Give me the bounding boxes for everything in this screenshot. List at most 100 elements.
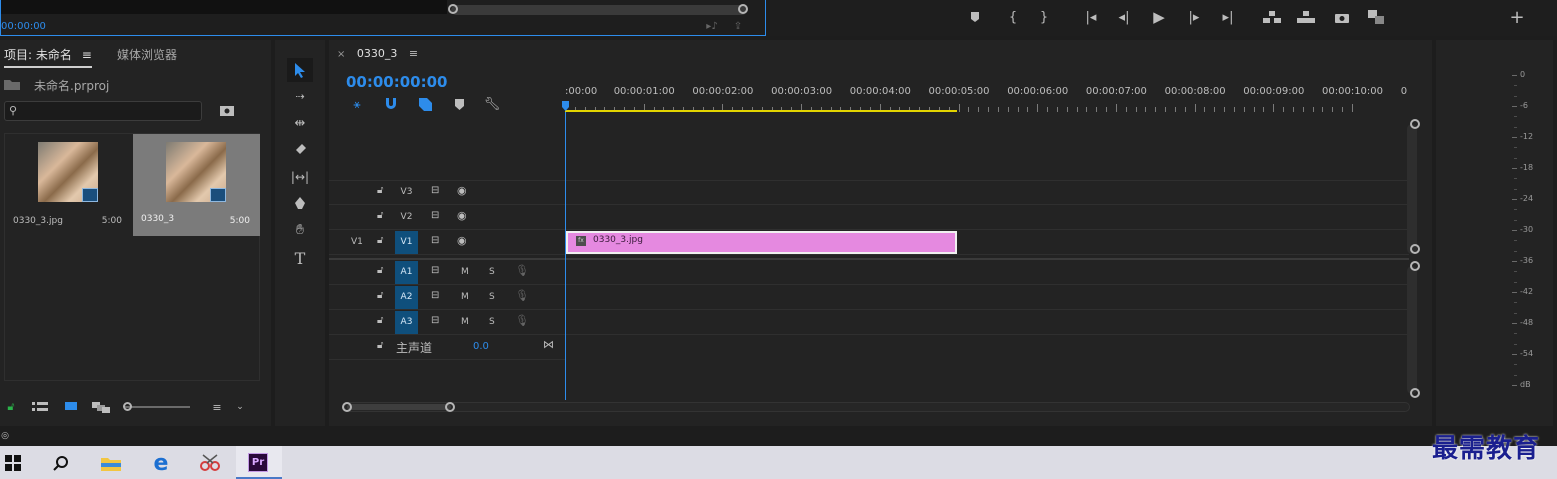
eye-icon[interactable]: ◉ (457, 234, 467, 247)
icon-view-icon[interactable] (64, 400, 78, 414)
solo-button[interactable]: S (489, 317, 495, 327)
edge-icon[interactable]: e (150, 451, 172, 476)
ripple-edit-tool-icon[interactable]: ⇹ (289, 113, 311, 133)
hscroll-handle-right[interactable] (445, 402, 455, 412)
go-to-out-icon[interactable]: ▸| (1217, 6, 1239, 28)
track-target[interactable]: A3 (395, 311, 418, 334)
track-target[interactable]: V2 (395, 206, 418, 229)
hscroll-handle-left[interactable] (342, 402, 352, 412)
extract-icon[interactable] (1295, 6, 1317, 28)
tab-project[interactable]: 项目: 未命名 ≡ (4, 46, 92, 68)
source-patch[interactable]: V1 (351, 237, 363, 247)
search-input[interactable] (23, 103, 199, 119)
export-frame-icon[interactable] (1331, 6, 1353, 28)
file-explorer-icon[interactable] (100, 452, 122, 474)
audio-sync-icon[interactable]: ▸♪ (705, 19, 719, 33)
video-track-header[interactable]: 🔓︎ V3 ⊟ ◉ (329, 180, 1409, 205)
compare-icon[interactable] (1365, 6, 1387, 28)
type-tool-icon[interactable]: T (289, 247, 311, 269)
windows-start-icon[interactable] (2, 452, 24, 474)
scroll-handle-audio-bottom[interactable] (1410, 388, 1420, 398)
export-icon[interactable]: ⇪ (731, 19, 745, 33)
new-bin-icon[interactable] (219, 103, 235, 117)
track-target[interactable]: A1 (395, 261, 418, 284)
microphone-icon[interactable]: 🎙︎ (515, 289, 529, 302)
microphone-icon[interactable]: 🎙︎ (515, 314, 529, 327)
scroll-handle-top[interactable] (1410, 119, 1420, 129)
freeform-view-icon[interactable] (92, 400, 110, 414)
solo-button[interactable]: S (489, 292, 495, 302)
wrench-icon[interactable]: 🔧︎ (484, 96, 501, 112)
go-to-in-icon[interactable]: |◂ (1080, 6, 1102, 28)
tab-media-browser[interactable]: 媒体浏览器 (117, 46, 177, 63)
mark-in-icon[interactable]: { (1002, 6, 1024, 28)
timeline-clip[interactable]: fx 0330_3.jpg (566, 231, 957, 254)
sync-lock-icon[interactable]: ⊟ (431, 290, 439, 301)
slip-tool-icon[interactable]: |↔| (289, 167, 311, 187)
scroll-handle-audio-top[interactable] (1410, 261, 1420, 271)
video-track-header[interactable]: 🔓︎ V2 ⊟ ◉ (329, 205, 1409, 230)
linked-selection-icon[interactable] (417, 96, 433, 112)
lock-icon[interactable]: 🔓︎ (377, 210, 383, 221)
sync-lock-icon[interactable]: ⊟ (431, 210, 439, 221)
eye-icon[interactable]: ◉ (457, 209, 467, 222)
lock-icon[interactable]: 🔓︎ (377, 315, 383, 326)
premiere-taskbar-button[interactable]: Pr (236, 446, 282, 479)
mute-button[interactable]: M (461, 292, 469, 302)
go-to-end-icon[interactable]: ⋈ (543, 338, 554, 351)
search-icon[interactable] (50, 452, 72, 474)
project-item-selected[interactable]: 0330_3 5:00 (133, 134, 260, 236)
zoom-slider[interactable] (124, 406, 190, 408)
tab-menu-icon[interactable]: ≡ (82, 48, 92, 62)
audio-track-header[interactable]: 🔓︎ A1 ⊟ M S 🎙︎ (329, 260, 1409, 285)
tab-menu-icon[interactable]: ≡ (409, 47, 418, 60)
lock-icon[interactable]: 🔓︎ (377, 265, 383, 276)
horizontal-scrollbar[interactable] (344, 402, 1410, 412)
lift-icon[interactable] (1261, 6, 1283, 28)
time-ruler[interactable]: :00:00 00:00:01:00 00:00:02:00 00:00:03:00 0… (565, 80, 1409, 112)
mute-button[interactable]: M (461, 317, 469, 327)
playhead-line[interactable] (565, 112, 566, 400)
project-item[interactable]: 0330_3.jpg 5:00 (5, 134, 132, 236)
add-button[interactable]: + (1506, 6, 1528, 28)
work-area-bar[interactable] (565, 110, 957, 112)
mark-out-icon[interactable]: } (1033, 6, 1055, 28)
nest-icon[interactable]: ⚹ (349, 96, 365, 112)
close-icon[interactable]: × (337, 49, 345, 60)
snap-icon[interactable] (383, 96, 399, 112)
scroll-handle-mid[interactable] (1410, 244, 1420, 254)
lock-icon[interactable]: 🔓︎ (377, 185, 383, 196)
timeline-tab[interactable]: × 0330_3 ≡ (337, 47, 418, 60)
track-target[interactable]: V3 (395, 181, 418, 204)
master-volume[interactable]: 0.0 (473, 341, 489, 352)
list-view-icon[interactable] (32, 400, 48, 414)
play-icon[interactable]: ▶ (1148, 6, 1170, 28)
snipping-tool-icon[interactable] (198, 452, 222, 474)
lock-icon[interactable]: 🔓︎ (377, 340, 383, 351)
step-forward-icon[interactable]: |▸ (1183, 6, 1205, 28)
sync-lock-icon[interactable]: ⊟ (431, 315, 439, 326)
source-scrollbar[interactable] (451, 5, 747, 15)
sync-lock-icon[interactable]: ⊟ (431, 265, 439, 276)
eye-icon[interactable]: ◉ (457, 184, 467, 197)
add-marker-icon[interactable] (451, 96, 467, 112)
microphone-icon[interactable]: 🎙︎ (515, 264, 529, 277)
sync-lock-icon[interactable]: ⊟ (431, 235, 439, 246)
lock-icon[interactable]: 🔓︎ (377, 235, 383, 246)
lock-icon[interactable]: 🔓︎ (377, 290, 383, 301)
sync-lock-icon[interactable]: ⊟ (431, 185, 439, 196)
audio-track-header[interactable]: 🔓︎ A2 ⊟ M S 🎙︎ (329, 285, 1409, 310)
scroll-handle-right[interactable] (738, 4, 748, 14)
sort-icon[interactable]: ≡ (210, 400, 224, 414)
audio-track-header[interactable]: 🔓︎ A3 ⊟ M S 🎙︎ (329, 310, 1409, 335)
track-select-tool-icon[interactable]: ⇢ (289, 86, 311, 106)
zoom-slider-handle[interactable] (123, 402, 132, 411)
razor-tool-icon[interactable] (289, 140, 311, 160)
pen-tool-icon[interactable] (289, 194, 311, 214)
mute-button[interactable]: M (461, 267, 469, 277)
track-target[interactable]: V1 (395, 231, 418, 254)
step-back-icon[interactable]: ◂| (1113, 6, 1135, 28)
horizontal-scroll-thumb[interactable] (347, 404, 451, 410)
vertical-scrollbar[interactable] (1407, 124, 1417, 254)
selection-tool-icon[interactable] (287, 58, 313, 82)
